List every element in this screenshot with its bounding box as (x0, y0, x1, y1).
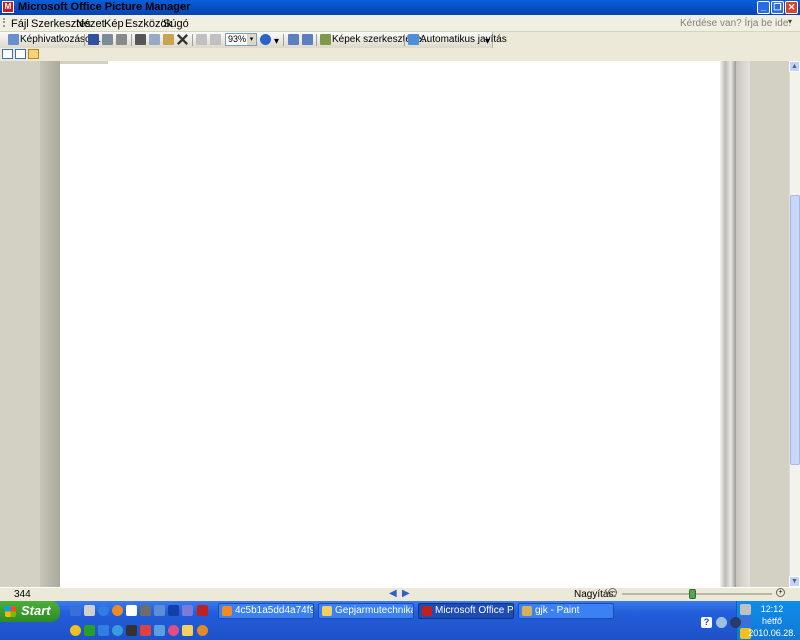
picture-manager-shortcut-icon[interactable] (197, 605, 208, 616)
task-button-paint[interactable]: gjk - Paint (518, 603, 614, 619)
windows-logo-icon (5, 606, 16, 617)
view-toolbar (0, 48, 800, 61)
paste-icon[interactable] (163, 34, 174, 45)
firefox-icon (222, 606, 232, 616)
firefox-icon[interactable] (112, 605, 123, 616)
scroll-thumb[interactable] (790, 195, 800, 465)
menu-file[interactable]: Fájl (11, 18, 29, 30)
excel-icon[interactable] (84, 625, 95, 636)
scroll-down-button[interactable]: ▼ (789, 576, 800, 587)
single-picture-view-icon[interactable] (28, 49, 39, 59)
rss-icon[interactable] (197, 625, 208, 636)
notification-toggle-icon[interactable] (716, 617, 727, 628)
clock-day: hétfő (761, 616, 783, 626)
save-icon[interactable] (88, 34, 99, 45)
internet-explorer-icon[interactable] (98, 605, 109, 616)
toolbar-separator (404, 34, 405, 46)
shortcuts-icon (8, 34, 19, 45)
rotate-right-icon[interactable] (302, 34, 313, 45)
close-button[interactable]: ✕ (785, 1, 798, 14)
scroll-up-button[interactable]: ▲ (789, 61, 800, 72)
globe-icon[interactable] (112, 625, 123, 636)
zoom-slider-thumb[interactable] (689, 589, 696, 599)
picture-preview[interactable] (60, 61, 720, 587)
folder-icon (322, 606, 332, 616)
menu-picture[interactable]: Kép (104, 18, 124, 30)
zoom-in-button[interactable]: + (776, 588, 785, 597)
toolbar-options-icon[interactable]: ▾ (485, 36, 490, 48)
help-icon[interactable] (260, 34, 271, 45)
menu-view[interactable]: Nézet (76, 18, 105, 30)
toolbar-options-icon[interactable]: ▾ (274, 36, 279, 48)
app-shortcut-icon[interactable] (182, 605, 193, 616)
zoom-dropdown-icon[interactable]: ▾ (247, 34, 256, 45)
page-right-edge (720, 61, 736, 587)
task-button-browser[interactable]: 4c5b1a5dd4a74f99fe... (218, 603, 314, 619)
previous-picture-button[interactable]: ◀ (389, 588, 397, 599)
task-label: Microsoft Office Pictu... (435, 605, 514, 616)
shortcut-blue-icon[interactable] (154, 625, 165, 636)
edit-pictures-icon (320, 34, 331, 45)
shortcut-pink-icon[interactable] (168, 625, 179, 636)
shortcut-red-icon[interactable] (140, 625, 151, 636)
toolbar-separator (283, 34, 284, 46)
app-icon[interactable]: M (2, 1, 14, 13)
picture-count: 344 (14, 589, 31, 600)
clock-time[interactable]: 12:12 (746, 604, 798, 614)
redo-icon[interactable] (210, 34, 221, 45)
restore-button[interactable]: ❐ (771, 1, 784, 14)
toolbar-separator (192, 34, 193, 46)
toolbar-separator (316, 34, 317, 46)
media-icon[interactable] (126, 605, 137, 616)
task-label: gjk - Paint (535, 605, 580, 616)
help-search-input[interactable]: Kérdése van? Írja be ide. (680, 18, 791, 29)
task-label: Gepjarmutechnika (335, 605, 414, 616)
menu-help[interactable]: Súgó (163, 18, 189, 30)
cut-icon[interactable] (135, 34, 146, 45)
page-left-shadow (40, 61, 62, 587)
print-icon[interactable] (116, 34, 127, 45)
network-icon[interactable] (154, 605, 165, 616)
help-dropdown-icon[interactable]: ▾ (788, 17, 792, 26)
tray-expand-icon[interactable] (730, 617, 741, 628)
messenger-icon[interactable] (168, 605, 179, 616)
calculator-icon[interactable] (140, 605, 151, 616)
show-desktop-icon[interactable] (70, 605, 81, 616)
undo-icon[interactable] (196, 34, 207, 45)
filmstrip-view-icon[interactable] (15, 49, 26, 59)
task-label: 4c5b1a5dd4a74f99fe... (235, 605, 314, 616)
rotate-left-icon[interactable] (288, 34, 299, 45)
task-button-folder[interactable]: Gepjarmutechnika (318, 603, 414, 619)
minimize-button[interactable]: _ (757, 1, 770, 14)
notepad-icon[interactable] (84, 605, 95, 616)
toolbar-separator (131, 34, 132, 46)
help-tray-icon[interactable]: ? (701, 617, 712, 628)
page-right-shadow (736, 61, 750, 587)
word-icon[interactable] (98, 625, 109, 636)
auto-correct-icon (408, 34, 419, 45)
tray-launch-icon[interactable] (70, 625, 81, 636)
terminal-icon[interactable] (126, 625, 137, 636)
toolbar-separator (84, 34, 85, 46)
copy-icon[interactable] (149, 34, 160, 45)
export-icon[interactable] (102, 34, 113, 45)
next-picture-button[interactable]: ▶ (402, 588, 410, 599)
zoom-slider-track[interactable] (622, 593, 772, 595)
page-top-edge (60, 61, 108, 64)
zoom-out-button[interactable]: − (608, 588, 617, 597)
menu-grip[interactable] (3, 18, 7, 27)
folder-icon[interactable] (182, 625, 193, 636)
auto-correct-button[interactable]: Automatikus javítás (420, 34, 507, 46)
paint-icon (522, 606, 532, 616)
thumbnail-view-icon[interactable] (2, 49, 13, 59)
window-title: Microsoft Office Picture Manager (18, 1, 191, 13)
clock-date: 2010.06.28. (748, 628, 796, 638)
picture-manager-icon (422, 606, 432, 616)
start-label: Start (21, 603, 51, 618)
task-button-picture-manager[interactable]: Microsoft Office Pictu... (418, 603, 514, 619)
